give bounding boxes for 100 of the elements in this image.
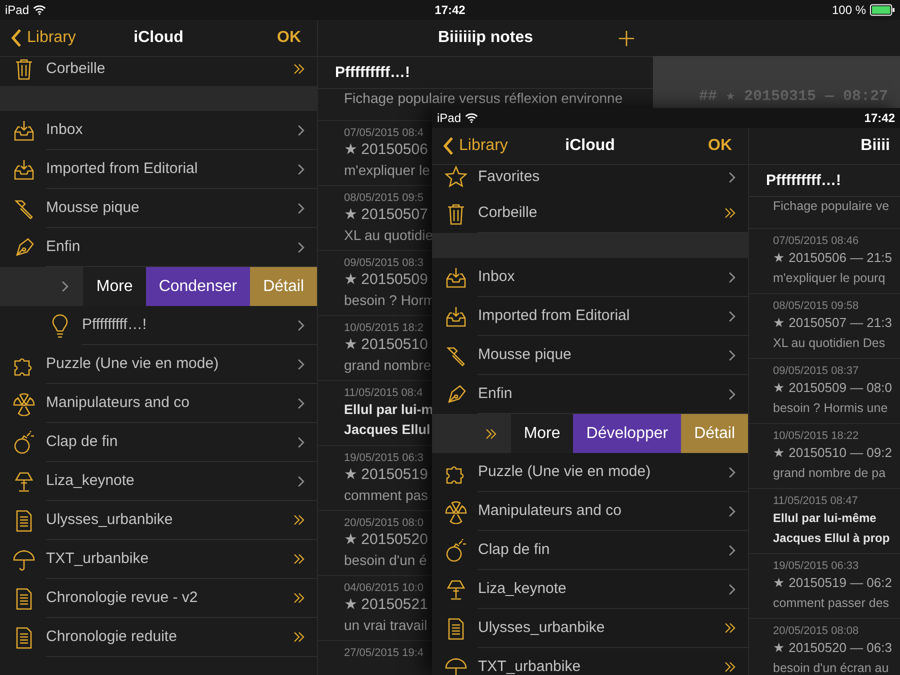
chevron-icon[interactable] bbox=[728, 544, 736, 556]
chevron-icon[interactable] bbox=[297, 436, 305, 448]
note-date: 11/05/2015 08:47 bbox=[773, 495, 858, 508]
note-preview: comment passer des bbox=[773, 595, 890, 612]
folder-row[interactable]: Imported from Editorial bbox=[432, 297, 748, 336]
chevron-icon[interactable] bbox=[728, 270, 736, 284]
note-date: 20/05/2015 08:0 bbox=[344, 517, 424, 530]
chevron-icon[interactable] bbox=[61, 280, 70, 293]
folder-row[interactable]: Chronologie reduite bbox=[0, 618, 317, 657]
swipe-action-button[interactable]: Condenser bbox=[146, 267, 250, 306]
note-preview: besoin d'un écran au bbox=[773, 660, 889, 675]
swipe-action-button[interactable]: Détail bbox=[250, 267, 317, 306]
note-title: ★ 20150519 — 06:2 bbox=[773, 574, 892, 592]
double-chevron-icon[interactable] bbox=[724, 622, 736, 634]
group-header: Pfffffffff…! bbox=[318, 57, 653, 89]
double-chevron-icon[interactable] bbox=[293, 514, 305, 526]
radiation-icon bbox=[444, 500, 468, 524]
double-chevron-icon[interactable] bbox=[724, 207, 736, 219]
double-chevron-icon[interactable] bbox=[293, 631, 305, 643]
add-icon[interactable] bbox=[618, 30, 635, 46]
chevron-icon[interactable] bbox=[297, 202, 305, 214]
navigation-title: iCloud bbox=[565, 137, 615, 155]
folder-row[interactable]: Chronologie revue - v2 bbox=[0, 579, 317, 618]
back-chevron-icon[interactable] bbox=[442, 136, 454, 156]
double-chevron-icon[interactable] bbox=[293, 592, 305, 604]
note-preview: besoin d'un é bbox=[344, 551, 427, 570]
folder-row[interactable]: TXT_urbanbike bbox=[0, 540, 317, 579]
chevron-icon[interactable] bbox=[728, 504, 736, 518]
note-preview: XL au quotidie bbox=[344, 226, 433, 245]
tray-icon bbox=[444, 304, 468, 328]
battery-percent: 100 % bbox=[832, 3, 866, 17]
double-chevron-icon[interactable] bbox=[293, 63, 305, 75]
chevron-icon[interactable] bbox=[297, 162, 305, 176]
folder-row[interactable]: Clap de fin bbox=[0, 423, 317, 462]
chevron-icon[interactable] bbox=[728, 466, 736, 478]
back-button[interactable]: Library bbox=[10, 28, 76, 48]
chevron-icon[interactable] bbox=[297, 474, 305, 488]
back-button[interactable]: Library bbox=[442, 136, 508, 156]
folder-row[interactable]: Puzzle (Une vie en mode) bbox=[432, 453, 748, 492]
note-title: ★ 20150510 bbox=[344, 335, 428, 355]
chevron-icon[interactable] bbox=[297, 240, 305, 254]
folder-row[interactable]: Liza_keynote bbox=[0, 462, 317, 501]
ok-button[interactable]: OK bbox=[277, 29, 301, 47]
folder-row[interactable]: Ulysses_urbanbike bbox=[0, 501, 317, 540]
folder-row[interactable]: Inbox bbox=[432, 258, 748, 297]
chevron-icon[interactable] bbox=[728, 388, 736, 400]
back-chevron-icon[interactable] bbox=[10, 28, 22, 48]
ok-button[interactable]: OK bbox=[708, 137, 732, 155]
note-date: 11/05/2015 08:4 bbox=[344, 387, 423, 400]
folder-row[interactable]: Ulysses_urbanbike bbox=[432, 609, 748, 648]
umbrella-icon bbox=[12, 548, 36, 572]
folder-row[interactable]: Corbeille bbox=[0, 57, 317, 86]
double-chevron-icon[interactable] bbox=[724, 661, 736, 673]
chevron-icon[interactable] bbox=[728, 582, 736, 596]
folder-row[interactable]: Manipulateurs and co bbox=[0, 384, 317, 423]
note-date: 08/05/2015 09:5 bbox=[344, 192, 424, 205]
swipe-action-button[interactable]: More bbox=[510, 414, 574, 453]
chevron-icon[interactable] bbox=[297, 124, 305, 136]
folder-row[interactable]: Manipulateurs and co bbox=[432, 492, 748, 531]
swipe-action-button[interactable]: Développer bbox=[573, 414, 682, 453]
swipe-action-button[interactable]: Détail bbox=[681, 414, 748, 453]
note-title: ★ 20150507 bbox=[344, 205, 428, 225]
folder-row[interactable]: Inbox bbox=[0, 111, 317, 150]
folder-row[interactable]: Favorites bbox=[432, 165, 748, 194]
note-preview: Jacques Ellul bbox=[344, 421, 430, 439]
chevron-icon[interactable] bbox=[297, 318, 305, 332]
note-date: 04/06/2015 10:0 bbox=[344, 582, 424, 595]
chevron-icon[interactable] bbox=[728, 310, 736, 322]
chevron-icon[interactable] bbox=[728, 170, 736, 184]
tray-icon bbox=[444, 266, 468, 290]
note-date: 07/05/2015 08:4 bbox=[344, 127, 424, 140]
chevron-icon[interactable] bbox=[297, 358, 305, 370]
lamp-icon bbox=[12, 470, 36, 494]
note-preview: un vrai travail bbox=[344, 616, 428, 635]
chevron-icon[interactable] bbox=[297, 396, 305, 410]
folder-row[interactable]: Clap de fin bbox=[432, 531, 748, 570]
note-preview: Fichage populaire versus réflexion environne bbox=[344, 90, 623, 107]
note-date: 19/05/2015 06:3 bbox=[344, 452, 424, 465]
double-chevron-icon[interactable] bbox=[484, 428, 497, 440]
note-date: 19/05/2015 06:33 bbox=[773, 560, 859, 573]
folder-row[interactable]: Liza_keynote bbox=[432, 570, 748, 609]
note-title: ★ 20150506 — 21:5 bbox=[773, 249, 892, 267]
note-title: ★ 20150507 — 21:3 bbox=[773, 314, 892, 332]
folder-row[interactable]: Imported from Editorial bbox=[0, 150, 317, 189]
clock: 17:42 bbox=[434, 3, 466, 17]
note-title: ★ 20150510 — 09:2 bbox=[773, 444, 892, 462]
navigation-title: iCloud bbox=[134, 29, 184, 47]
chevron-icon[interactable] bbox=[728, 348, 736, 362]
note-date: 09/05/2015 08:3 bbox=[344, 257, 424, 270]
double-chevron-icon[interactable] bbox=[293, 553, 305, 565]
note-title: ★ 20150506 bbox=[344, 140, 428, 160]
note-preview: m'expliquer le pourq bbox=[773, 270, 886, 287]
note-title: ★ 20150509 — 08:0 bbox=[773, 379, 892, 397]
radiation-icon bbox=[12, 392, 36, 416]
wifi-icon bbox=[465, 113, 478, 123]
note-date: 10/05/2015 18:22 bbox=[773, 430, 859, 443]
tray-icon bbox=[12, 158, 36, 182]
lamp-icon bbox=[444, 578, 468, 602]
folder-row[interactable]: Puzzle (Une vie en mode) bbox=[0, 345, 317, 384]
note-preview: grand nombre de pa bbox=[773, 465, 886, 482]
